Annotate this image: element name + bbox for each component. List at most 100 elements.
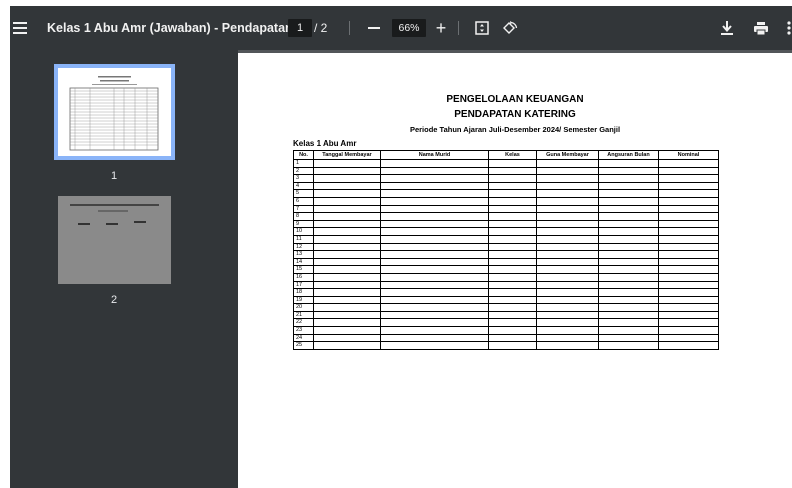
table-cell bbox=[598, 295, 659, 305]
table-cell bbox=[598, 227, 659, 236]
table-cell bbox=[380, 295, 489, 305]
table-cell bbox=[658, 280, 719, 290]
table-cell bbox=[488, 295, 537, 305]
page-thumbnail-1[interactable] bbox=[58, 68, 171, 156]
page-count: / 2 bbox=[314, 21, 328, 35]
table-cell bbox=[313, 288, 381, 297]
thumbnail-sidebar: 1 2 bbox=[10, 50, 238, 488]
table-cell bbox=[313, 310, 381, 320]
table-cell bbox=[380, 196, 489, 206]
table-cell bbox=[488, 341, 537, 350]
table-cell bbox=[598, 326, 659, 335]
menu-button[interactable] bbox=[10, 6, 30, 50]
print-button[interactable] bbox=[752, 6, 770, 50]
row-number: 7 bbox=[293, 204, 314, 214]
table-cell bbox=[380, 303, 489, 312]
table-cell bbox=[536, 310, 599, 320]
table-cell bbox=[658, 272, 719, 282]
table-cell bbox=[658, 219, 719, 229]
table-cell bbox=[313, 250, 381, 259]
table-cell bbox=[488, 272, 537, 282]
table-cell bbox=[313, 341, 381, 350]
table-cell bbox=[488, 318, 537, 328]
fit-to-page-icon bbox=[475, 21, 489, 35]
pdf-viewer: Kelas 1 Abu Amr (Jawaban) - Pendapatan .… bbox=[10, 6, 792, 488]
table-cell bbox=[313, 303, 381, 312]
table-cell bbox=[488, 174, 537, 183]
table-cell bbox=[313, 272, 381, 282]
table-cell bbox=[488, 326, 537, 335]
table-cell bbox=[658, 181, 719, 191]
table-cell bbox=[598, 219, 659, 229]
column-header: No. bbox=[293, 150, 314, 160]
table-cell bbox=[488, 288, 537, 297]
download-button[interactable] bbox=[718, 6, 736, 50]
row-number: 4 bbox=[293, 181, 314, 191]
fit-to-page-button[interactable] bbox=[473, 6, 491, 50]
column-header: Guna Membayar bbox=[536, 150, 599, 160]
row-number: 18 bbox=[293, 288, 314, 297]
table-cell bbox=[380, 212, 489, 221]
table-cell bbox=[536, 280, 599, 290]
table-cell bbox=[380, 234, 489, 244]
table-cell bbox=[488, 227, 537, 236]
thumbnail-label-1: 1 bbox=[110, 170, 118, 182]
finance-table: No. Tanggal Membayar Nama Murid Kelas Gu… bbox=[293, 150, 719, 350]
table-cell bbox=[488, 159, 537, 168]
table-cell bbox=[536, 303, 599, 312]
table-cell bbox=[658, 174, 719, 183]
table-row: 16 bbox=[293, 272, 719, 282]
table-row: 14 bbox=[293, 257, 719, 267]
more-vert-icon bbox=[787, 21, 791, 35]
table-cell bbox=[380, 280, 489, 290]
table-cell bbox=[313, 204, 381, 214]
table-cell bbox=[598, 250, 659, 259]
table-cell bbox=[536, 219, 599, 229]
zoom-input[interactable]: 66% bbox=[392, 19, 426, 37]
table-cell bbox=[598, 204, 659, 214]
class-label: Kelas 1 Abu Amr bbox=[293, 139, 357, 148]
row-number: 11 bbox=[293, 234, 314, 244]
table-cell bbox=[488, 234, 537, 244]
table-cell bbox=[536, 250, 599, 259]
table-cell bbox=[658, 166, 719, 176]
zoom-out-button[interactable] bbox=[365, 6, 383, 50]
document-subheading: PENDAPATAN KATERING bbox=[454, 109, 576, 120]
table-cell bbox=[598, 174, 659, 183]
row-number: 21 bbox=[293, 310, 314, 320]
table-cell bbox=[598, 234, 659, 244]
table-cell bbox=[488, 204, 537, 214]
table-cell bbox=[536, 159, 599, 168]
table-cell bbox=[313, 189, 381, 198]
table-cell bbox=[380, 227, 489, 236]
row-number: 6 bbox=[293, 196, 314, 206]
row-number: 20 bbox=[293, 303, 314, 312]
table-cell bbox=[488, 196, 537, 206]
table-cell bbox=[313, 318, 381, 328]
table-row: 12 bbox=[293, 242, 719, 252]
table-cell bbox=[536, 196, 599, 206]
toolbar: Kelas 1 Abu Amr (Jawaban) - Pendapatan .… bbox=[10, 6, 792, 50]
page-thumbnail-2[interactable] bbox=[58, 196, 171, 284]
column-header: Nominal bbox=[658, 150, 719, 160]
table-cell bbox=[380, 265, 489, 274]
table-cell bbox=[488, 257, 537, 267]
table-cell bbox=[536, 212, 599, 221]
table-row: 3 bbox=[293, 174, 719, 183]
table-cell bbox=[658, 227, 719, 236]
table-cell bbox=[536, 204, 599, 214]
table-cell bbox=[658, 295, 719, 305]
table-cell bbox=[488, 181, 537, 191]
row-number: 14 bbox=[293, 257, 314, 267]
table-cell bbox=[658, 303, 719, 312]
zoom-in-button[interactable]: + bbox=[433, 6, 449, 50]
table-cell bbox=[536, 295, 599, 305]
row-number: 9 bbox=[293, 219, 314, 229]
table-cell bbox=[598, 288, 659, 297]
table-cell bbox=[536, 288, 599, 297]
more-options-button[interactable] bbox=[784, 6, 792, 50]
row-number: 1 bbox=[293, 159, 314, 168]
table-cell bbox=[598, 212, 659, 221]
rotate-button[interactable] bbox=[501, 6, 519, 50]
page-number-input[interactable]: 1 bbox=[288, 19, 312, 37]
